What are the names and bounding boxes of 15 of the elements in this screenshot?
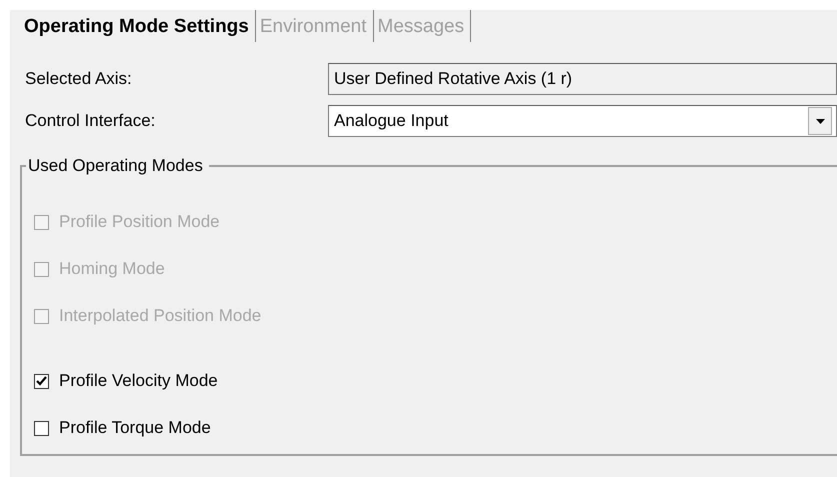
dropdown-button[interactable] [808, 107, 832, 135]
readonly-field[interactable]: User Defined Rotative Axis (1 r) [328, 63, 837, 95]
checkbox-label: Interpolated Position Mode [59, 306, 262, 326]
checkbox-label: Homing Mode [59, 259, 165, 279]
checkbox-label: Profile Velocity Mode [59, 371, 218, 391]
field-label: Selected Axis: [24, 69, 133, 89]
tab[interactable]: Operating Mode Settings [20, 10, 256, 42]
checkbox[interactable] [34, 374, 49, 388]
group-title: Used Operating Modes [27, 156, 204, 176]
checkbox[interactable] [34, 420, 49, 436]
checkbox-label: Profile Torque Mode [59, 418, 211, 438]
checkbox-label: Profile Position Mode [59, 212, 220, 232]
dropdown[interactable]: Analogue Input [328, 105, 837, 137]
caret-icon [816, 118, 824, 124]
field-label: Control Interface: [24, 111, 156, 131]
